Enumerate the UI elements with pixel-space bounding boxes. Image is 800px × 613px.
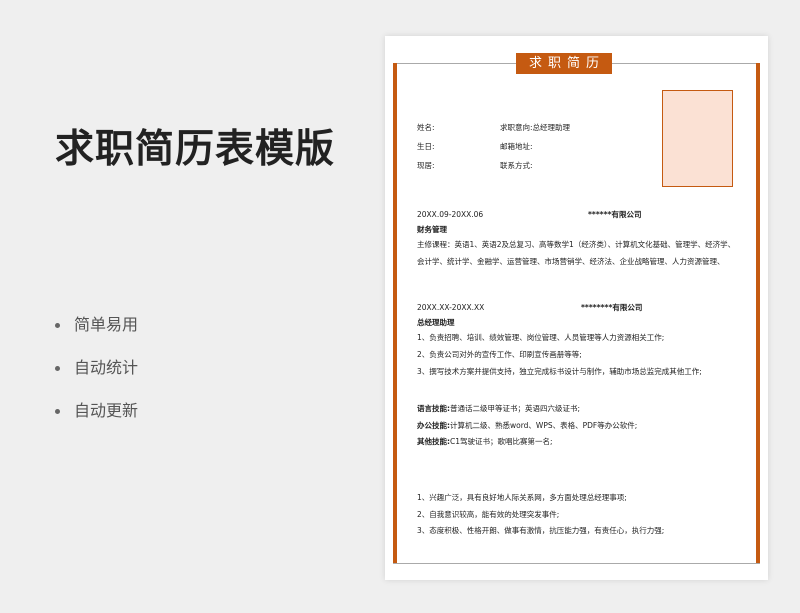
email-label: 邮箱地址: xyxy=(500,142,533,151)
exp-position: 总经理助理 xyxy=(417,318,455,327)
edu-period: 20XX.09-20XX.06 xyxy=(417,210,484,219)
self-eval-item: 1、兴趣广泛，具有良好地人际关系网，多方面处理总经理事项; xyxy=(417,493,627,502)
frame-left-bar xyxy=(393,63,397,563)
name-label: 姓名: xyxy=(417,123,435,132)
skill-office: 办公技能:计算机二级、熟悉word、WPS、表格、PDF等办公软件; xyxy=(417,421,637,431)
exp-duty: 3、撰写技术方案并提供支持，独立完成标书设计与制作，辅助市场总监完成其他工作; xyxy=(417,367,702,376)
skill-language-value: 普通话二级甲等证书；英语四六级证书; xyxy=(450,404,581,413)
edu-courses-line2: 会计学、统计学、金融学、运营管理、市场营销学、经济法、企业战略管理、人力资源管理… xyxy=(417,257,725,266)
frame-right-bar xyxy=(756,63,760,563)
feature-item: 自动更新 xyxy=(55,398,138,441)
skill-other: 其他技能:C1驾驶证书；歌唱比赛第一名; xyxy=(417,437,553,447)
bullet-icon xyxy=(55,409,60,414)
intent-field: 求职意向:总经理助理 xyxy=(500,123,570,133)
feature-label: 简单易用 xyxy=(74,315,139,334)
skill-language-label: 语言技能: xyxy=(417,404,450,413)
self-eval-item: 2、自我意识较高，能有效的处理突发事件; xyxy=(417,510,560,519)
skill-language: 语言技能:普通话二级甲等证书；英语四六级证书; xyxy=(417,404,580,414)
feature-item: 简单易用 xyxy=(55,312,138,355)
resume-header: 求职简历 xyxy=(516,53,612,74)
skill-office-label: 办公技能: xyxy=(417,421,450,430)
skill-other-value: C1驾驶证书；歌唱比赛第一名; xyxy=(450,437,553,446)
intent-label: 求职意向: xyxy=(500,123,533,132)
contact-label: 联系方式: xyxy=(500,161,533,170)
skill-other-label: 其他技能: xyxy=(417,437,450,446)
intent-value: 总经理助理 xyxy=(532,123,571,132)
feature-label: 自动更新 xyxy=(74,401,139,420)
skill-office-value: 计算机二级、熟悉word、WPS、表格、PDF等办公软件; xyxy=(450,421,638,430)
residence-label: 现居: xyxy=(417,161,435,170)
bullet-icon xyxy=(55,366,60,371)
frame-bottom-line xyxy=(393,563,760,564)
edu-school: ******有限公司 xyxy=(588,210,642,219)
photo-placeholder xyxy=(662,90,733,187)
exp-duty: 2、负责公司对外的宣传工作、印刷宣传画册等等; xyxy=(417,350,582,359)
self-eval-item: 3、态度积极、性格开朗、做事有激情，抗压能力强，有责任心，执行力强; xyxy=(417,526,665,535)
promo-title: 求职简历表模版 xyxy=(55,127,336,172)
edu-courses-line1: 主修课程：英语1、英语2及总复习、高等数学1（经济类）、计算机文化基础、管理学、… xyxy=(417,240,736,249)
feature-item: 自动统计 xyxy=(55,355,138,398)
bullet-icon xyxy=(55,323,60,328)
exp-company: ********有限公司 xyxy=(581,303,643,312)
exp-period: 20XX.XX-20XX.XX xyxy=(417,303,485,312)
resume-page: 求职简历 姓名: 求职意向:总经理助理 生日: 邮箱地址: 现居: 联系方式: … xyxy=(385,36,768,580)
feature-list: 简单易用 自动统计 自动更新 xyxy=(55,312,138,441)
feature-label: 自动统计 xyxy=(74,358,139,377)
exp-duty: 1、负责招聘、培训、绩效管理、岗位管理、人员管理等人力资源相关工作; xyxy=(417,333,665,342)
edu-major: 财务管理 xyxy=(417,225,447,234)
birth-label: 生日: xyxy=(417,142,435,151)
